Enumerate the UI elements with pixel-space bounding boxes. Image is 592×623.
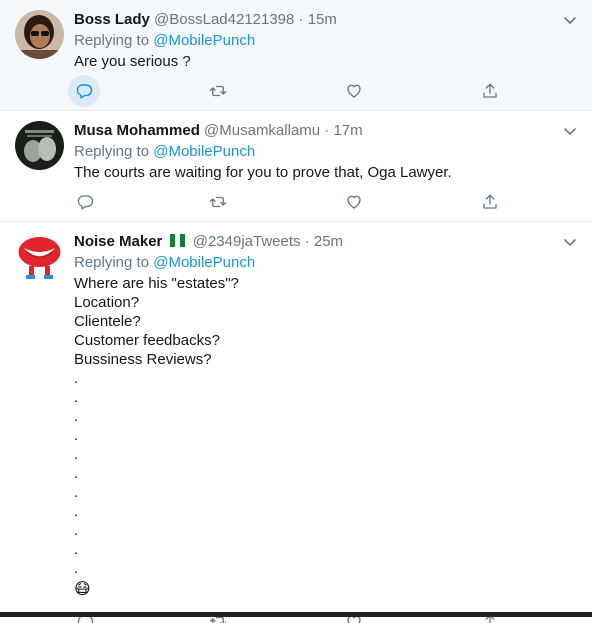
retweet-button[interactable] xyxy=(207,80,229,102)
reply-icon xyxy=(76,84,93,99)
tweet-text: Where are his "estates"? Location? Clien… xyxy=(74,274,552,602)
tweet-line: . xyxy=(74,427,79,444)
avatar[interactable] xyxy=(15,232,64,281)
share-icon xyxy=(483,194,497,209)
tweet-line: . xyxy=(74,465,79,482)
tweet-header: Musa Mohammed @Musamkallamu · 17m xyxy=(74,121,552,141)
tweet-line: . xyxy=(74,541,79,558)
tweet[interactable]: Musa Mohammed @Musamkallamu · 17m Replyi… xyxy=(0,111,592,222)
display-name[interactable]: Boss Lady xyxy=(74,11,150,28)
timestamp[interactable]: 17m xyxy=(333,122,362,139)
tweet-line: The courts are waiting for you to prove … xyxy=(74,164,452,181)
share-icon xyxy=(483,83,497,98)
like-button[interactable] xyxy=(343,80,365,102)
nigeria-flag-icon xyxy=(169,233,186,247)
retweet-button[interactable] xyxy=(207,191,229,213)
tweet-actions xyxy=(74,191,504,213)
tweet-line: . xyxy=(74,446,79,463)
tweet-line: . xyxy=(74,389,79,406)
retweet-icon xyxy=(209,85,227,97)
chevron-down-icon[interactable] xyxy=(562,12,578,28)
chevron-down-icon[interactable] xyxy=(562,123,578,139)
display-name[interactable]: Musa Mohammed xyxy=(74,122,200,139)
replying-to: Replying to @MobilePunch xyxy=(74,253,552,273)
heart-icon xyxy=(347,195,361,209)
timestamp[interactable]: 25m xyxy=(314,233,343,250)
mention-link[interactable]: @MobilePunch xyxy=(153,32,255,49)
tweet-line: . xyxy=(74,484,79,501)
window-bottom-edge xyxy=(0,612,592,617)
tweet-line: Are you serious ? xyxy=(74,53,191,70)
tweet-line: . xyxy=(74,503,79,520)
tweet-header: Noise Maker @2349jaTweets · 25m xyxy=(74,232,552,252)
tweet-line: Where are his "estates"? xyxy=(74,275,239,292)
tweet-text: The courts are waiting for you to prove … xyxy=(74,163,552,182)
tweet-line: Location? xyxy=(74,294,140,311)
chevron-down-icon[interactable] xyxy=(562,234,578,250)
replying-to: Replying to @MobilePunch xyxy=(74,31,552,51)
reply-button[interactable] xyxy=(74,191,96,213)
tweet-line: . xyxy=(74,560,79,577)
separator-dot: · xyxy=(324,122,330,139)
tweet-header: Boss Lady @BossLad42121398 · 15m xyxy=(74,10,552,30)
display-name[interactable]: Noise Maker xyxy=(74,233,162,250)
tweet[interactable]: Noise Maker @2349jaTweets · 25m Replying… xyxy=(0,222,592,623)
share-button[interactable] xyxy=(479,191,501,213)
mask-emoji-icon: 😷 xyxy=(74,581,91,598)
timestamp[interactable]: 15m xyxy=(308,11,337,28)
avatar[interactable] xyxy=(15,10,64,59)
like-button[interactable] xyxy=(343,191,365,213)
tweet-line: . xyxy=(74,522,79,539)
replying-to-label: Replying to xyxy=(74,254,150,271)
replying-to: Replying to @MobilePunch xyxy=(74,142,552,162)
heart-icon xyxy=(347,84,361,98)
tweet-line: . xyxy=(74,370,79,387)
user-handle[interactable]: @Musamkallamu xyxy=(204,122,320,139)
separator-dot: · xyxy=(304,233,310,250)
separator-dot: · xyxy=(298,11,304,28)
tweet-line: . xyxy=(74,408,79,425)
tweet-actions xyxy=(68,75,504,107)
reply-button[interactable] xyxy=(68,75,100,107)
tweet-line: Clientele? xyxy=(74,313,141,330)
replying-to-label: Replying to xyxy=(74,32,150,49)
avatar[interactable] xyxy=(15,121,64,170)
tweet-line: Customer feedbacks? xyxy=(74,332,220,349)
user-handle[interactable]: @2349jaTweets xyxy=(193,233,301,250)
replying-to-label: Replying to xyxy=(74,143,150,160)
user-handle[interactable]: @BossLad42121398 xyxy=(154,11,294,28)
tweet-line: Bussiness Reviews? xyxy=(74,351,212,368)
tweet[interactable]: Boss Lady @BossLad42121398 · 15m Replyin… xyxy=(0,0,592,111)
tweet-text: Are you serious ? xyxy=(74,52,552,71)
mention-link[interactable]: @MobilePunch xyxy=(153,143,255,160)
share-button[interactable] xyxy=(479,80,501,102)
retweet-icon xyxy=(209,196,227,208)
mention-link[interactable]: @MobilePunch xyxy=(153,254,255,271)
reply-icon xyxy=(77,195,94,210)
